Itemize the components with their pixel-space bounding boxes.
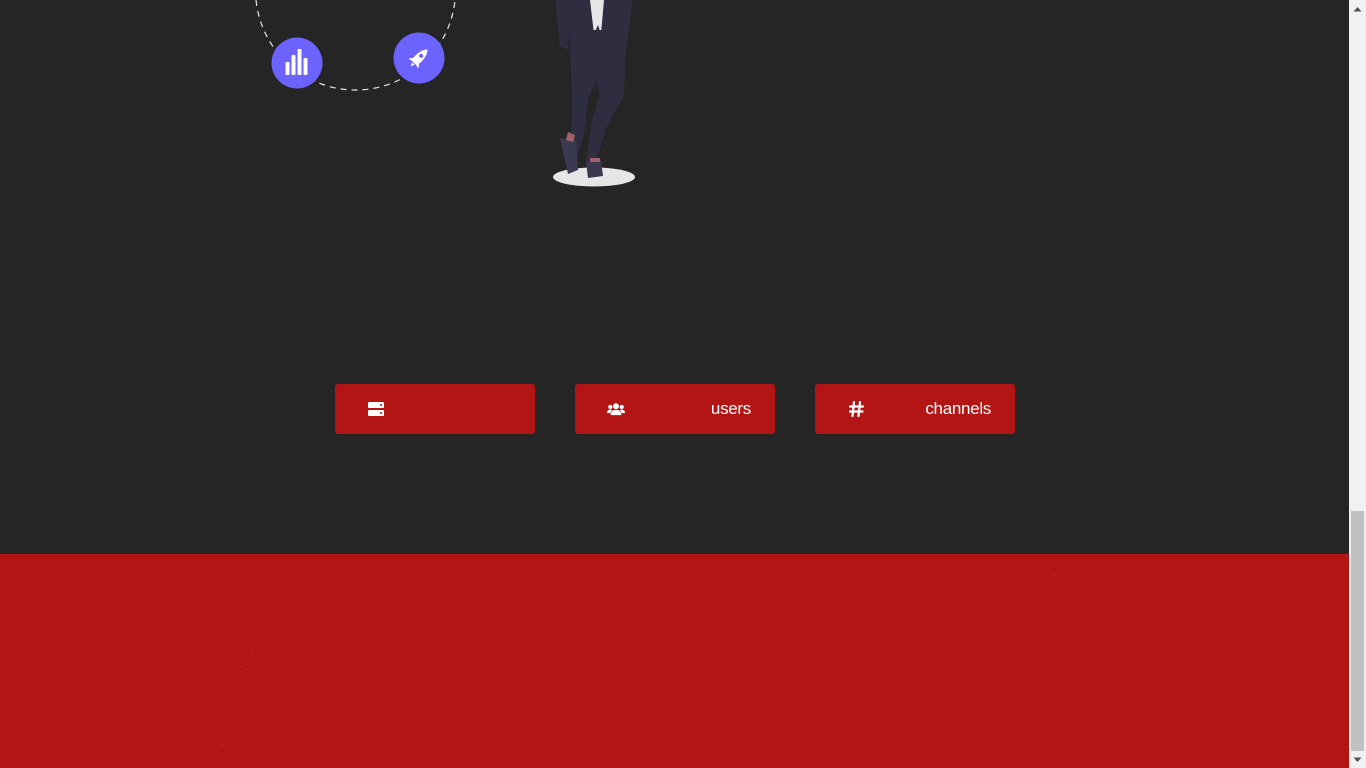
stats-row: users channels (335, 384, 1015, 434)
vertical-scrollbar[interactable] (1349, 0, 1366, 768)
footer-speck (251, 649, 253, 650)
users-stat-button[interactable]: users (575, 384, 775, 434)
server-icon (367, 400, 385, 418)
footer-speck (245, 669, 247, 670)
bar-chart-icon (271, 37, 323, 89)
users-icon (607, 400, 625, 418)
users-stat-label: users (710, 399, 751, 418)
footer-speck (221, 745, 223, 746)
footer-speck (1053, 575, 1055, 576)
footer-section (0, 554, 1349, 768)
hero-illustration (255, 0, 635, 187)
page-viewport: users channels (0, 0, 1349, 768)
hashtag-icon (847, 400, 865, 418)
servers-stat-button[interactable] (335, 384, 535, 434)
hero-section: users channels (0, 0, 1349, 554)
channels-stat-button[interactable]: channels (815, 384, 1015, 434)
scrollbar-thumb[interactable] (1351, 511, 1364, 751)
channels-stat-label: channels (925, 399, 991, 418)
person-figure (553, 0, 635, 187)
scroll-up-arrow-icon[interactable] (1349, 0, 1366, 17)
scroll-down-arrow-icon[interactable] (1349, 751, 1366, 768)
rocket-icon (393, 32, 445, 84)
